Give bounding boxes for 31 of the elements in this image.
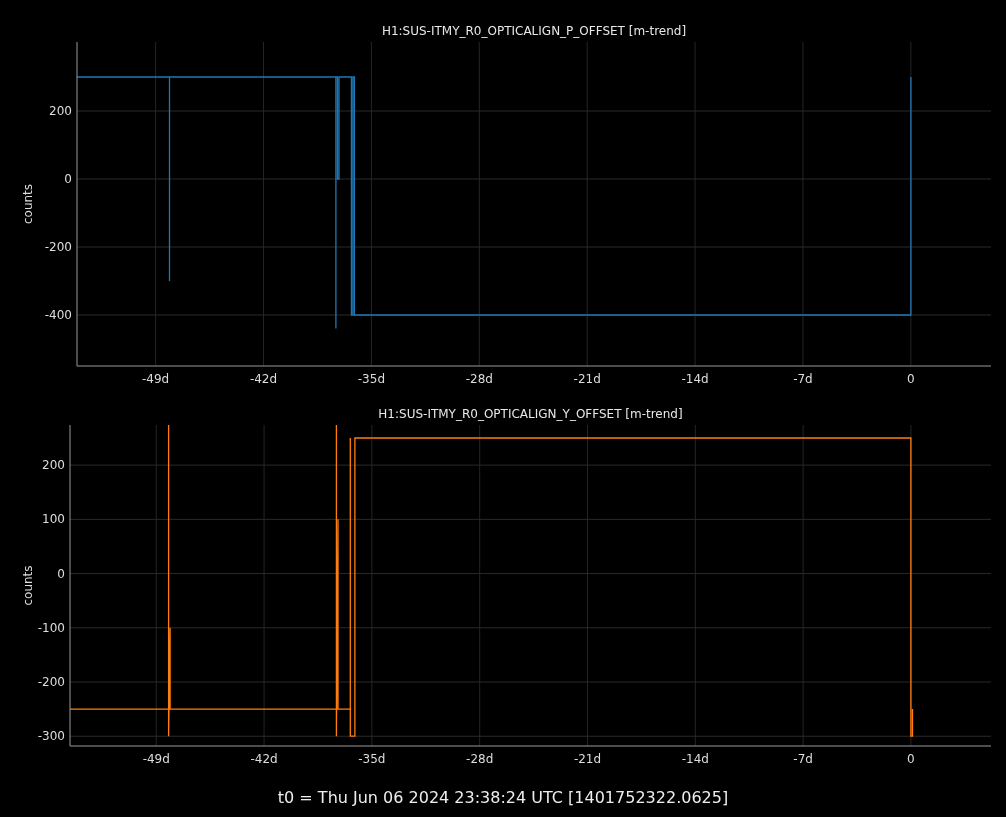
axis-tick-label: 0 — [907, 752, 915, 766]
chart-title: H1:SUS-ITMY_R0_OPTICALIGN_P_OFFSET [m-trend] — [381, 24, 687, 38]
axis-tick-label: 200 — [49, 104, 72, 118]
axis-tick-label: 100 — [42, 512, 65, 527]
axis-tick-label: 0 — [907, 372, 915, 386]
axis-tick-label: -28d — [466, 752, 494, 766]
axis-tick-label: 0 — [57, 566, 65, 581]
time-reference-label: t0 = Thu Jun 06 2024 23:38:24 UTC [1401752322.0625] — [276, 788, 730, 807]
axis-tick-label: -14d — [681, 752, 709, 766]
axis-tick-label: -42d — [249, 372, 278, 386]
axis-tick-label: -7d — [793, 372, 813, 386]
axis-tick-label: -7d — [793, 752, 813, 766]
axis-tick-label: -300 — [37, 729, 65, 744]
axis-tick-label: -28d — [465, 372, 493, 386]
axis-label: counts — [21, 565, 35, 606]
axis-tick-label: -200 — [44, 240, 72, 254]
axis-tick-label: -49d — [142, 752, 170, 766]
axis-tick-label: -400 — [44, 308, 72, 322]
axis-tick-label: -42d — [250, 752, 278, 766]
axis-tick-label: -35d — [357, 372, 385, 386]
axis-tick-label: -21d — [573, 752, 602, 766]
axis-tick-label: -21d — [573, 372, 601, 386]
chart-title: H1:SUS-ITMY_R0_OPTICALIGN_Y_OFFSET [m-trend] — [378, 407, 683, 421]
axis-tick-label: -100 — [37, 620, 65, 635]
axis-tick-label: -35d — [358, 752, 386, 766]
axis-tick-label: -14d — [681, 372, 709, 386]
axis-label: counts — [21, 183, 35, 225]
axis-tick-label: -200 — [37, 675, 65, 689]
axis-tick-label: 0 — [64, 172, 72, 186]
axis-tick-label: 200 — [42, 458, 65, 473]
axis-tick-label: -49d — [142, 372, 170, 386]
